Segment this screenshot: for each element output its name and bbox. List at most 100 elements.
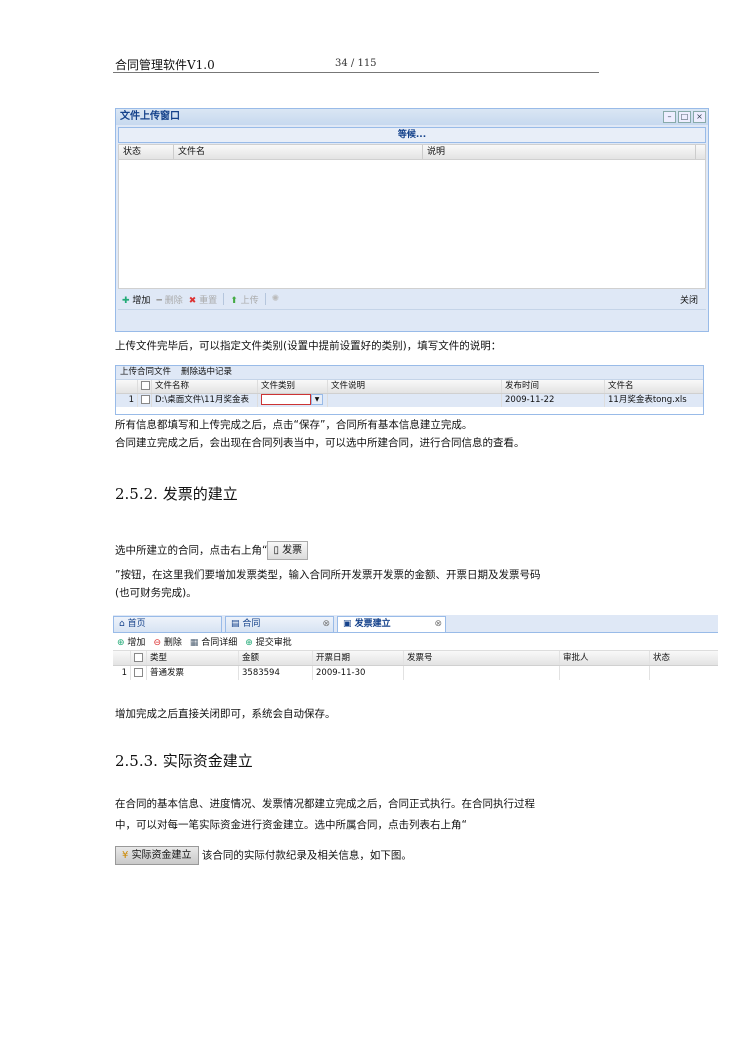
tab-contract[interactable]: ▤ 合同 ⊗ <box>225 616 334 632</box>
upload-toolbar: ✚ 增加 ━ 删除 ✖ 重置 ⬆ 上传 ✺ 关闭 <box>118 289 706 310</box>
file-grid-header: 文件名称 文件类别 文件说明 发布时间 文件名 <box>116 380 703 394</box>
file-type-combo[interactable]: ▼ <box>258 394 328 407</box>
maximize-icon[interactable]: □ <box>678 111 691 123</box>
minus-icon: ⊖ <box>153 638 161 648</box>
upload-grid-body <box>118 160 706 289</box>
paragraph: 选中所建立的合同，点击右上角“ ▯ 发票 <box>115 541 309 560</box>
add-button[interactable]: ⊕ 增加 <box>117 635 145 648</box>
table-row[interactable]: 1 普通发票 3583594 2009-11-30 <box>113 666 718 680</box>
cell-status <box>650 666 718 680</box>
section-heading: 2.5.2. 发票的建立 <box>115 485 238 503</box>
document-header-title: 合同管理软件V1.0 <box>115 58 215 72</box>
close-tab-icon[interactable]: ⊗ <box>434 617 442 632</box>
add-button[interactable]: ✚ 增加 <box>122 293 150 306</box>
tab-home[interactable]: ⌂ 首页 <box>113 616 222 632</box>
cell-file-desc[interactable] <box>328 394 502 407</box>
column-file[interactable]: 文件名 <box>605 380 701 393</box>
contract-detail-button[interactable]: ▦ 合同详细 <box>190 635 237 648</box>
paragraph: ”按钮，在这里我们要增加发票类型，输入合同所开发票开发票的金额、开票日期及发票号… <box>115 569 541 581</box>
cell-publish-time: 2009-11-22 <box>502 394 605 407</box>
invoice-toolbar: ⊕ 增加 ⊖ 删除 ▦ 合同详细 ⊕ 提交审批 <box>113 633 718 651</box>
grid-icon: ▦ <box>189 638 199 648</box>
paragraph: 中，可以对每一笔实际资金进行资金建立。选中所属合同，点击列表右上角“ <box>115 819 467 831</box>
column-status[interactable]: 状态 <box>650 651 718 665</box>
table-row[interactable]: 1 D:\桌面文件\11月奖金表 ▼ 2009-11-22 11月奖金表tong… <box>116 394 703 407</box>
x-icon: ✖ <box>188 295 197 306</box>
column-type[interactable]: 类型 <box>147 651 239 665</box>
upload-arrow-icon: ⬆ <box>230 295 238 306</box>
header-divider <box>113 72 599 73</box>
paragraph: (也可财务完成)。 <box>115 587 197 599</box>
paragraph: 在合同的基本信息、进度情况、发票情况都建立完成之后，合同正式执行。在合同执行过程 <box>115 798 535 810</box>
tab-invoice-create[interactable]: ▣ 发票建立 ⊗ <box>337 616 446 632</box>
page-number: 34 / 115 <box>335 58 377 69</box>
column-file-desc[interactable]: 文件说明 <box>328 380 502 393</box>
close-icon[interactable]: × <box>693 111 706 123</box>
paragraph: 上传文件完毕后，可以指定文件类别(设置中提前设置好的类别)，填写文件的说明： <box>115 340 502 352</box>
cell-file: 11月奖金表tong.xls <box>608 395 687 405</box>
window-title: 文件上传窗口 <box>116 109 708 125</box>
column-file-type[interactable]: 文件类别 <box>258 380 328 393</box>
plus-icon: ⊕ <box>245 638 253 648</box>
file-upload-window: 文件上传窗口 – □ × 等候... 状态 文件名 说明 ✚ 增加 ━ 删除 ✖… <box>115 108 709 332</box>
cell-type: 普通发票 <box>147 666 239 680</box>
upload-contract-file-button[interactable]: 上传合同文件 <box>120 366 171 379</box>
document-icon: ▣ <box>343 619 352 629</box>
yen-icon: ¥ <box>122 850 129 861</box>
row-number: 1 <box>113 666 131 680</box>
toolbar-separator <box>223 293 225 305</box>
list-icon: ▤ <box>231 619 240 629</box>
cell-amount: 3583594 <box>239 666 313 680</box>
select-all-checkbox[interactable] <box>131 651 147 665</box>
plus-icon: ⊕ <box>117 638 125 648</box>
cell-file-name: D:\桌面文件\11月奖金表 <box>152 394 258 407</box>
plus-icon: ✚ <box>122 295 130 306</box>
file-category-grid: 上传合同文件 删除选中记录 文件名称 文件类别 文件说明 发布时间 文件名 1 … <box>115 365 704 415</box>
row-checkbox[interactable] <box>131 666 147 680</box>
reset-button[interactable]: ✖ 重置 <box>189 293 217 306</box>
chevron-down-icon[interactable]: ▼ <box>311 394 323 405</box>
toolbar-separator <box>264 293 266 305</box>
close-button[interactable]: 关闭 <box>680 293 698 306</box>
column-filename[interactable]: 文件名 <box>174 145 423 159</box>
paragraph: ¥ 实际资金建立 该合同的实际付款纪录及相关信息，如下图。 <box>115 846 412 865</box>
delete-button[interactable]: ━ 删除 <box>156 293 182 306</box>
close-tab-icon[interactable]: ⊗ <box>322 617 330 632</box>
tab-bar: ⌂ 首页 ▤ 合同 ⊗ ▣ 发票建立 ⊗ <box>113 615 718 633</box>
column-publish-time[interactable]: 发布时间 <box>502 380 605 393</box>
invoice-panel: ⌂ 首页 ▤ 合同 ⊗ ▣ 发票建立 ⊗ ⊕ 增加 ⊖ 删除 ▦ 合同详细 ⊕ 提交… <box>113 615 718 695</box>
minimize-icon[interactable]: – <box>663 111 676 123</box>
paragraph: 合同建立完成之后，会出现在合同列表当中，可以选中所建合同，进行合同信息的查看。 <box>115 437 525 449</box>
upload-grid-header: 状态 文件名 说明 <box>118 144 706 160</box>
row-number-header <box>113 651 131 665</box>
fund-create-button: ¥ 实际资金建立 <box>115 846 199 865</box>
row-checkbox[interactable] <box>138 394 152 407</box>
delete-selected-button[interactable]: 删除选中记录 <box>181 366 232 379</box>
column-status[interactable]: 状态 <box>119 145 174 159</box>
window-controls: – □ × <box>663 111 706 123</box>
invoice-grid-header: 类型 金额 开票日期 发票号 审批人 状态 <box>113 651 718 666</box>
home-icon: ⌂ <box>119 619 125 629</box>
column-invoice-date[interactable]: 开票日期 <box>313 651 404 665</box>
select-all-checkbox[interactable] <box>138 380 152 393</box>
paragraph: 所有信息都填写和上传完成之后，点击“保存”，合同所有基本信息建立完成。 <box>115 419 473 431</box>
delete-button[interactable]: ⊖ 删除 <box>153 635 181 648</box>
loading-icon: ✺ <box>271 294 280 304</box>
document-icon: ▯ <box>273 545 279 556</box>
wait-progress-bar: 等候... <box>118 127 706 143</box>
column-description[interactable]: 说明 <box>423 145 696 159</box>
cell-invoice-date: 2009-11-30 <box>313 666 404 680</box>
section-heading: 2.5.3. 实际资金建立 <box>115 752 253 770</box>
file-grid-toolbar: 上传合同文件 删除选中记录 <box>116 366 703 380</box>
cell-invoice-no <box>404 666 560 680</box>
row-number-header <box>116 380 138 393</box>
column-approver[interactable]: 审批人 <box>560 651 650 665</box>
column-file-name[interactable]: 文件名称 <box>152 380 258 393</box>
paragraph: 增加完成之后直接关闭即可，系统会自动保存。 <box>115 708 336 720</box>
invoice-button: ▯ 发票 <box>267 541 309 560</box>
submit-approval-button[interactable]: ⊕ 提交审批 <box>245 635 291 648</box>
column-amount[interactable]: 金额 <box>239 651 313 665</box>
column-invoice-no[interactable]: 发票号 <box>404 651 560 665</box>
minus-icon: ━ <box>156 295 162 306</box>
upload-button[interactable]: ⬆ 上传 <box>230 293 258 306</box>
